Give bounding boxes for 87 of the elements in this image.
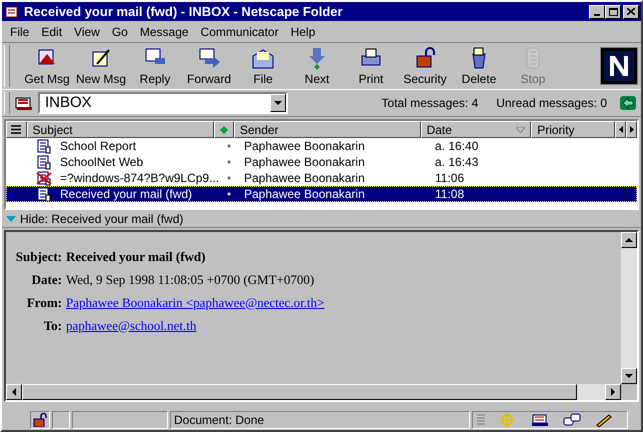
menu-item[interactable]: View bbox=[68, 22, 106, 40]
scroll-right-button[interactable] bbox=[605, 384, 621, 400]
header-label: From: bbox=[26, 294, 63, 312]
diamond-icon bbox=[220, 126, 228, 134]
app-icon bbox=[4, 4, 20, 20]
folder-dropdown[interactable]: INBOX bbox=[38, 92, 288, 114]
column-picker-button[interactable] bbox=[6, 121, 27, 138]
hide-bar[interactable]: Hide: Received your mail (fwd) bbox=[2, 210, 641, 228]
dot-icon bbox=[227, 192, 231, 196]
sort-icon bbox=[516, 126, 526, 132]
netscape-logo[interactable] bbox=[600, 47, 638, 85]
dropdown-arrow-icon bbox=[274, 101, 282, 105]
sync-icon[interactable] bbox=[619, 95, 637, 111]
header-value: Wed, 9 Sep 1998 11:08:05 +0700 (GMT+0700) bbox=[66, 270, 314, 289]
message-row[interactable]: Received your mail (fwd) Paphawee Boonakarin 11:08 bbox=[6, 186, 637, 202]
dot-icon bbox=[227, 160, 231, 164]
status-text: Document: Done bbox=[170, 411, 470, 429]
menu-item[interactable]: Communicator bbox=[194, 22, 285, 40]
toolbar-button[interactable]: Security bbox=[398, 44, 452, 88]
scroll-up-button[interactable] bbox=[621, 232, 637, 248]
right-arrow-icon bbox=[630, 126, 634, 133]
left-arrow-icon bbox=[618, 126, 623, 133]
subject-cell-text: School Report bbox=[60, 138, 138, 155]
date-cell-text: a. 16:40 bbox=[434, 138, 480, 155]
triangle-icon bbox=[6, 216, 16, 222]
sender-cell-text: Paphawee Boonakarin bbox=[243, 170, 366, 187]
scroll-left-button[interactable] bbox=[615, 121, 626, 138]
dot-icon bbox=[227, 176, 231, 180]
vertical-scrollbar[interactable] bbox=[621, 232, 637, 384]
subject-cell-text: =?windows-874?B?w9LCp9... bbox=[60, 170, 219, 187]
scroll-down-button[interactable] bbox=[621, 368, 637, 384]
n-logo-icon bbox=[604, 51, 634, 81]
menu-icon bbox=[11, 125, 22, 134]
sender-cell-text: Paphawee Boonakarin bbox=[243, 138, 366, 155]
column-header[interactable]: Subject bbox=[26, 121, 214, 138]
window-title: Received your mail (fwd) - INBOX - Netscape Folder bbox=[24, 2, 344, 21]
scrollbar-thumb[interactable] bbox=[22, 384, 577, 400]
up-arrow-icon bbox=[625, 238, 633, 242]
close-icon bbox=[627, 8, 635, 15]
header-value: Received your mail (fwd) bbox=[66, 248, 206, 266]
thread-column-header[interactable] bbox=[214, 121, 234, 138]
unread-messages: Unread messages: 0 bbox=[496, 95, 607, 112]
toolbar-button[interactable]: Print bbox=[344, 44, 398, 88]
sender-cell-text: Paphawee Boonakarin bbox=[243, 154, 366, 171]
inbox-icon[interactable] bbox=[531, 413, 549, 427]
toolbar-button[interactable]: Next bbox=[290, 44, 344, 88]
down-arrow-icon bbox=[625, 374, 633, 378]
menu-item[interactable]: Go bbox=[106, 22, 134, 40]
scroll-left-button[interactable] bbox=[6, 384, 22, 400]
toolbar-button[interactable]: Delete bbox=[452, 44, 506, 88]
column-header[interactable]: Date bbox=[420, 121, 532, 138]
subject-cell-text: Received your mail (fwd) bbox=[60, 186, 194, 203]
total-messages: Total messages: 4 bbox=[382, 95, 478, 112]
scroll-right-button[interactable] bbox=[626, 121, 637, 138]
lock-icon[interactable] bbox=[32, 413, 48, 427]
minimize-button[interactable] bbox=[589, 4, 605, 18]
pen-icon[interactable] bbox=[595, 413, 613, 427]
header-label: Date: bbox=[30, 270, 63, 289]
header-label: To: bbox=[42, 316, 63, 335]
date-cell-text: a. 16:43 bbox=[434, 154, 480, 171]
toolbar-button[interactable]: Get Msg bbox=[20, 44, 74, 88]
right-arrow-icon bbox=[611, 388, 615, 396]
menu-item[interactable]: File bbox=[4, 22, 36, 40]
email-link[interactable]: Paphawee Boonakarin <paphawee@nectec.or.th> bbox=[66, 292, 324, 312]
menu-item[interactable]: Edit bbox=[35, 22, 68, 40]
folder-icon bbox=[14, 95, 34, 111]
subject-cell-text: SchoolNet Web bbox=[60, 154, 144, 171]
dot-icon bbox=[227, 144, 231, 148]
toolbar-button[interactable]: New Msg bbox=[74, 44, 128, 88]
toolbar-button[interactable]: Reply bbox=[128, 44, 182, 88]
left-arrow-icon bbox=[12, 388, 16, 396]
column-header[interactable]: Priority bbox=[531, 121, 616, 138]
grip-icon bbox=[477, 414, 485, 426]
menu-item[interactable]: Message bbox=[134, 22, 195, 40]
sender-cell-text: Paphawee Boonakarin bbox=[243, 186, 366, 203]
column-header[interactable]: Sender bbox=[234, 121, 421, 138]
maximize-button[interactable] bbox=[605, 4, 621, 18]
email-link[interactable]: paphawee@school.net.th bbox=[66, 316, 196, 336]
date-cell-text: 11:06 bbox=[434, 170, 466, 187]
status-panel bbox=[52, 411, 70, 429]
header-label: Subject: bbox=[14, 248, 63, 266]
close-button[interactable] bbox=[623, 4, 639, 18]
date-cell-text: 11:08 bbox=[434, 186, 466, 203]
chat-icon[interactable] bbox=[563, 413, 581, 427]
toolbar-button[interactable]: Forward bbox=[182, 44, 236, 88]
menu-item[interactable]: Help bbox=[284, 22, 322, 40]
toolbar-button[interactable]: File bbox=[236, 44, 290, 88]
